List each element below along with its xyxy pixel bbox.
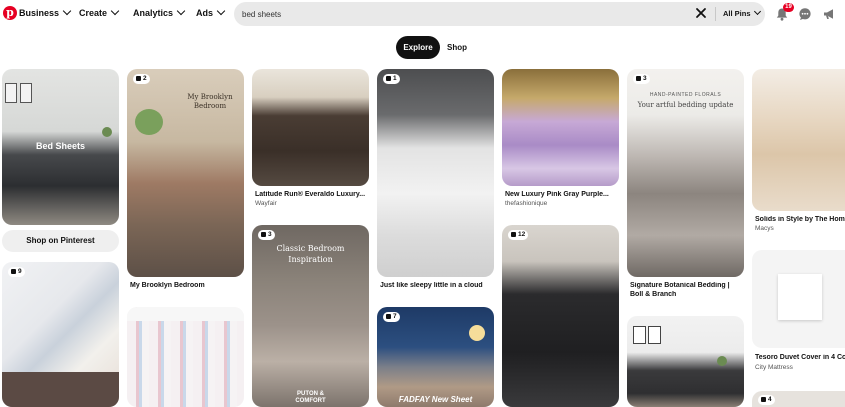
wall-art-image [5,83,17,103]
pin-count-badge: 4 [758,395,775,405]
pin-card-botanical-bedding[interactable]: 3 HAND-PAINTED FLORALS Your artful beddi… [627,69,744,277]
plant-image [717,356,727,366]
pin-count: 12 [518,231,526,238]
pin-caption-line2[interactable]: Boll & Branch [630,291,742,298]
pin-card-gray-bedroom[interactable] [627,316,744,407]
nav-analytics-label: Analytics [133,8,174,18]
wall-art-image [648,326,661,344]
pin-card-classic-bedroom[interactable]: 3 Classic Bedroom Inspiration PUTON & CO… [252,225,369,407]
pinterest-logo-icon[interactable]: p [3,6,17,20]
pin-count: 3 [643,75,647,82]
pin-count-badge: 3 [633,74,650,84]
plant-image [102,127,112,137]
pin-overlay-title: FADFAY New Sheet [398,395,473,404]
shop-on-pinterest-button[interactable]: Shop on Pinterest [2,230,119,252]
chevron-down-icon [216,6,226,16]
pin-overlay-title: My Brooklyn Bedroom [187,93,233,110]
board-icon [386,75,391,81]
pin-card-luxury-purple[interactable] [502,69,619,186]
pin-source: Wayfair [255,200,277,207]
wall-art-image [20,83,32,103]
pin-count-badge: 7 [383,312,400,322]
pin-card-brooklyn-bedroom[interactable]: 2 My Brooklyn Bedroom [127,69,244,277]
pin-count-badge: 9 [8,267,25,277]
pin-overlay-title: Bed Sheets [35,141,86,151]
pin-overlay-title: Classic Bedroom Inspiration [276,244,345,264]
board-icon [11,268,16,274]
search-divider [715,7,716,21]
pin-count: 2 [143,75,147,82]
pin-count-badge: 3 [258,230,275,240]
pin-card-white-sheets[interactable]: 1 [377,69,494,277]
pin-card-floral-sheets[interactable] [127,307,244,407]
chat-icon[interactable] [798,7,812,21]
pin-count-badge: 2 [133,74,150,84]
pin-caption[interactable]: My Brooklyn Bedroom [130,282,242,289]
chevron-down-icon [62,6,72,16]
board-icon [136,75,141,81]
megaphone-icon[interactable] [822,7,836,21]
top-nav-bar: p Business Create Analytics Ads All Pins… [0,0,845,30]
pin-count-badge: 1 [383,74,400,84]
lamp-image [469,325,485,341]
duvet-image [778,274,822,320]
board-icon [761,396,766,402]
wall-art-image [633,326,646,344]
search-bar: All Pins [234,2,765,26]
pin-card-bed-sheets[interactable]: Bed Sheets [2,69,119,225]
pin-caption[interactable]: Latitude Run® Everaldo Luxury... [255,191,367,198]
chevron-down-icon [176,6,186,16]
pin-overlay-title: Your artful bedding update [637,101,734,109]
pin-count: 7 [393,313,397,320]
pin-count-badge: 12 [508,230,529,240]
notification-badge: 19 [783,3,794,12]
pin-count: 1 [393,75,397,82]
pin-card-fadfay[interactable]: 7 FADFAY New Sheet [377,307,494,407]
plant-image [135,109,163,135]
pin-card-black-bedding[interactable]: 12 [502,225,619,407]
close-icon[interactable] [695,7,707,19]
bed-image [2,372,119,407]
chevron-down-icon [753,7,761,16]
pin-source: Macys [755,225,774,232]
pin-card-marble-bedroom[interactable]: 9 [2,262,119,407]
pin-watermark: PUTON & COMFORT [295,391,326,404]
pin-source: thefashionique [505,200,548,207]
board-icon [511,231,516,237]
pin-source: City Mattress [755,364,793,371]
search-scope-label: All Pins [723,9,751,18]
pin-count: 9 [18,268,22,275]
pin-card-partial[interactable]: 4 [752,391,845,407]
search-scope-dropdown[interactable]: All Pins [723,7,761,18]
tab-explore[interactable]: Explore [396,36,440,59]
nav-analytics[interactable]: Analytics [133,6,186,18]
pin-caption[interactable]: Just like sleepy little in a cloud [380,282,492,289]
pin-card-latitude-run[interactable] [252,69,369,186]
image-top [127,307,244,321]
pin-card-tesoro-duvet[interactable] [752,250,845,348]
pin-caption[interactable]: New Luxury Pink Gray Purple... [505,191,617,198]
nav-business[interactable]: Business [19,6,72,18]
pin-count: 3 [268,231,272,238]
board-icon [386,313,391,319]
pin-caption[interactable]: Tesoro Duvet Cover in 4 Co... [755,354,845,361]
pin-caption[interactable]: Solids in Style by The Home... [755,216,845,223]
pin-card-solids-in-style[interactable] [752,69,845,211]
nav-create[interactable]: Create [79,6,120,18]
nav-ads-label: Ads [196,8,214,18]
chevron-down-icon [110,6,120,16]
tab-shop[interactable]: Shop [443,36,471,59]
pin-caption[interactable]: Signature Botanical Bedding | [630,282,742,289]
nav-business-label: Business [19,8,60,18]
board-icon [636,75,641,81]
nav-create-label: Create [79,8,108,18]
board-icon [261,231,266,237]
search-input[interactable] [242,7,682,21]
nav-ads[interactable]: Ads [196,6,226,18]
pin-overlay-kicker: HAND-PAINTED FLORALS [649,92,722,98]
pin-count: 4 [768,396,772,403]
